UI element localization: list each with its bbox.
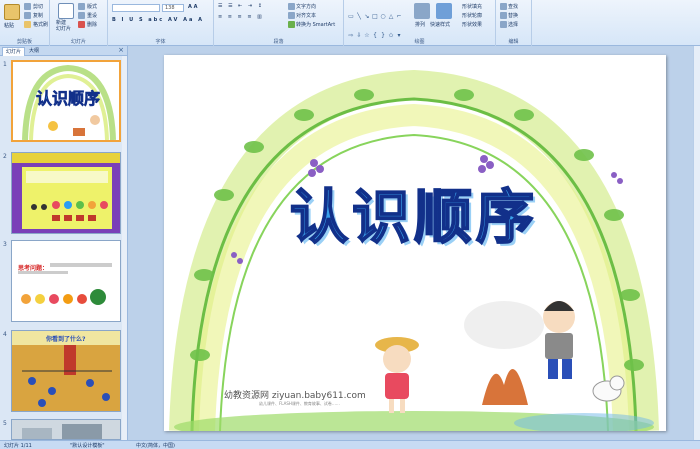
watermark-text: 幼教资源网 ziyuan.baby611.com bbox=[224, 391, 366, 401]
smartart-button[interactable]: 转换为 SmartArt bbox=[296, 21, 335, 28]
scissors-icon[interactable] bbox=[24, 3, 31, 10]
editing-group: 查找 替换 选择 编辑 bbox=[496, 0, 532, 46]
shape-outline-button[interactable]: 形状轮廓 bbox=[462, 12, 482, 19]
slide-number: 1 bbox=[3, 61, 7, 68]
quick-styles-button[interactable]: 快速样式 bbox=[430, 21, 450, 28]
copy-icon[interactable] bbox=[24, 12, 31, 19]
quick-styles-icon[interactable] bbox=[436, 3, 452, 19]
tab-slides[interactable]: 幻灯片 bbox=[2, 47, 26, 56]
slides-group: 新建 幻灯片 版式 重设 删除 幻灯片 bbox=[50, 0, 108, 46]
slide-1-preview: 认识顺序 bbox=[22, 64, 116, 140]
editing-label: 编辑 bbox=[508, 39, 519, 45]
drawing-group: ▭ ╲ ↘ □ ○ △ ⌐ ⇨ ⇩ ☆{} ✩ ▾ 排列 快速样式 形状填充 形状轮廓 形状效果 绘… bbox=[344, 0, 496, 46]
slide-3-preview bbox=[18, 263, 112, 305]
thumb-4-heading: 你看到了什么? bbox=[46, 336, 86, 343]
angle-icon[interactable]: ⌐ bbox=[396, 14, 402, 20]
slide-thumbnail-4[interactable]: 你看到了什么? bbox=[11, 330, 121, 412]
editor-scrollbar[interactable] bbox=[693, 46, 700, 440]
text-direction-button[interactable]: 文字方向 bbox=[296, 3, 316, 10]
thumb-3-heading: 思考问题： bbox=[18, 265, 49, 272]
font-group: 138 A A B I U S abc AV Aa A 字体 bbox=[108, 0, 214, 46]
replace-button[interactable]: 替换 bbox=[508, 12, 518, 19]
arrange-button[interactable]: 排列 bbox=[415, 21, 425, 28]
rect-icon[interactable]: □ bbox=[372, 14, 378, 20]
slide-5-preview bbox=[22, 424, 102, 439]
align-text-button[interactable]: 对齐文本 bbox=[296, 12, 316, 19]
rectangle-icon[interactable]: ▭ bbox=[348, 14, 354, 20]
language-indicator[interactable]: 中文(简体，中国) bbox=[136, 442, 175, 449]
slides-pane: 幻灯片 大纲 × 1 认识顺序 2 3 思考问题： 4 你看到了什么? 5 bbox=[0, 46, 128, 440]
close-icon[interactable]: × bbox=[118, 46, 124, 54]
slide-thumbnail-2[interactable] bbox=[11, 152, 121, 234]
font-name-field[interactable] bbox=[112, 4, 160, 12]
pane-scrollbar[interactable] bbox=[122, 56, 127, 440]
watermark-subtext: 幼儿课件、FLASH课件、教育故事、试卷…… bbox=[259, 401, 340, 406]
slide-thumbnail-1[interactable]: 认识顺序 bbox=[11, 60, 121, 142]
new-slide-icon[interactable] bbox=[58, 3, 74, 19]
editor-area: 认识顺序 幼教资源网 ziyuan.baby611.com 幼儿课件、FLASH… bbox=[128, 46, 700, 440]
drawing-label: 绘图 bbox=[414, 39, 425, 45]
find-icon[interactable] bbox=[500, 3, 507, 10]
status-bar: 幻灯片 1/11 "默认设计模板" 中文(简体，中国) bbox=[0, 440, 700, 449]
format-painter-button[interactable]: 格式刷 bbox=[33, 21, 48, 28]
paste-icon[interactable] bbox=[4, 4, 20, 20]
font-grow-icon[interactable]: A A bbox=[188, 4, 197, 10]
triangle-icon[interactable]: △ bbox=[388, 14, 394, 20]
reset-icon[interactable] bbox=[78, 12, 85, 19]
select-icon[interactable] bbox=[500, 21, 507, 28]
align-buttons[interactable]: ≡ ≡ ≡ ≡ ▥ bbox=[218, 14, 264, 20]
font-label: 字体 bbox=[155, 39, 166, 45]
slide-thumbnail-5[interactable] bbox=[11, 419, 121, 440]
delete-icon[interactable] bbox=[78, 21, 85, 28]
tab-outline[interactable]: 大纲 bbox=[26, 47, 42, 56]
theme-name: "默认设计模板" bbox=[70, 443, 105, 449]
slide-number: 5 bbox=[3, 420, 7, 427]
slide-2-preview bbox=[12, 153, 120, 229]
select-button[interactable]: 选择 bbox=[508, 21, 518, 28]
current-slide[interactable]: 认识顺序 幼教资源网 ziyuan.baby611.com 幼儿课件、FLASH… bbox=[164, 55, 666, 431]
format-painter-icon[interactable] bbox=[24, 21, 31, 28]
slide-number: 4 bbox=[3, 331, 7, 338]
smartart-icon[interactable] bbox=[288, 21, 295, 28]
font-style-buttons[interactable]: B I U S abc AV Aa A bbox=[112, 17, 204, 23]
line-icon[interactable]: ╲ bbox=[356, 14, 362, 20]
slide-thumbnail-3[interactable]: 思考问题： bbox=[11, 240, 121, 322]
layout-icon[interactable] bbox=[78, 3, 85, 10]
new-slide-button[interactable]: 新建 幻灯片 bbox=[56, 20, 71, 32]
cut-button[interactable]: 剪切 bbox=[33, 3, 43, 10]
font-size-field[interactable]: 138 bbox=[162, 4, 184, 12]
copy-button[interactable]: 复制 bbox=[33, 12, 43, 19]
oval-icon[interactable]: ○ bbox=[380, 14, 386, 20]
align-text-icon[interactable] bbox=[288, 12, 295, 19]
slide-title[interactable]: 认识顺序 bbox=[224, 170, 604, 254]
text-direction-icon[interactable] bbox=[288, 3, 295, 10]
shape-fill-button[interactable]: 形状填充 bbox=[462, 3, 482, 10]
reset-button[interactable]: 重设 bbox=[87, 12, 97, 19]
slide-number: 3 bbox=[3, 241, 7, 248]
paste-button[interactable]: 粘贴 bbox=[4, 22, 14, 29]
shapes-gallery[interactable]: ▭ ╲ ↘ □ ○ △ ⌐ ⇨ ⇩ ☆{} ✩ ▾ bbox=[347, 3, 407, 41]
ribbon: 粘贴 剪切 复制 格式刷 剪贴板 新建 幻灯片 版式 重设 删除 幻灯片 138… bbox=[0, 0, 700, 46]
delete-button[interactable]: 删除 bbox=[87, 21, 97, 28]
slide-number: 2 bbox=[3, 153, 7, 160]
paragraph-group: ☰ ☰ ⇤ ⇥ ↕ ≡ ≡ ≡ ≡ ▥ 文字方向 对齐文本 转换为 SmartA… bbox=[214, 0, 344, 46]
slide-4-preview bbox=[12, 345, 120, 411]
find-button[interactable]: 查找 bbox=[508, 3, 518, 10]
slide-count: 幻灯片 1/11 bbox=[4, 443, 32, 449]
paragraph-label: 段落 bbox=[273, 39, 284, 45]
list-buttons[interactable]: ☰ ☰ ⇤ ⇥ ↕ bbox=[218, 3, 264, 9]
svg-text:认识顺序: 认识顺序 bbox=[36, 89, 100, 108]
arrange-icon[interactable] bbox=[414, 3, 430, 19]
clipboard-group: 粘贴 剪切 复制 格式刷 剪贴板 bbox=[0, 0, 50, 46]
arrow-icon[interactable]: ↘ bbox=[364, 14, 370, 20]
replace-icon[interactable] bbox=[500, 12, 507, 19]
layout-button[interactable]: 版式 bbox=[87, 3, 97, 10]
slides-label: 幻灯片 bbox=[70, 39, 86, 45]
pane-tabs: 幻灯片 大纲 × bbox=[0, 46, 127, 56]
shape-effects-button[interactable]: 形状效果 bbox=[462, 21, 482, 28]
clipboard-label: 剪贴板 bbox=[16, 39, 32, 45]
